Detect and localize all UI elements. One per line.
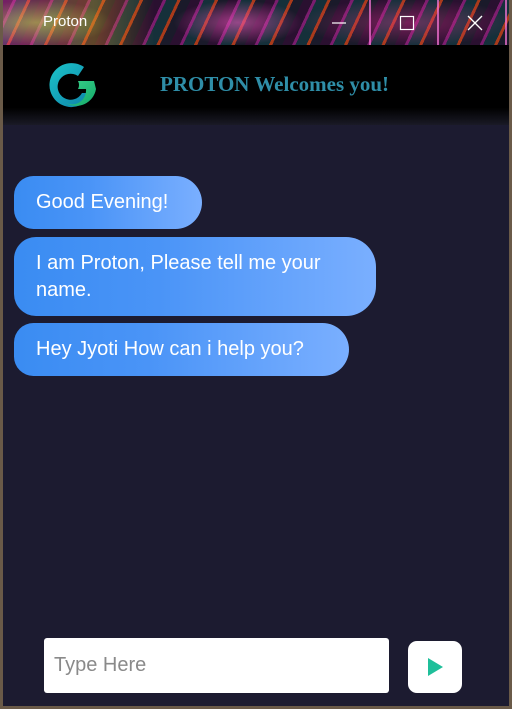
window-title: Proton [43,13,88,30]
close-button[interactable] [441,0,509,45]
chat-message: Hey Jyoti How can i help you? [14,323,349,376]
maximize-icon [399,15,415,30]
message-input[interactable] [44,638,389,693]
chat-message: I am Proton, Please tell me your name. [14,237,376,316]
window-titlebar[interactable]: Proton [3,0,509,45]
app-window: Proton PROTON Welcomes you! Good Evening… [0,0,512,709]
close-icon [467,15,483,30]
send-button[interactable] [408,641,462,693]
chat-message: Good Evening! [14,176,202,229]
minimize-icon [332,21,346,24]
send-play-icon [428,658,443,676]
app-header: PROTON Welcomes you! [3,45,509,125]
header-title: PROTON Welcomes you! [160,72,390,96]
maximize-button[interactable] [373,0,441,45]
minimize-button[interactable] [305,0,373,45]
chat-area: Good Evening! I am Proton, Please tell m… [3,125,509,625]
proton-g-logo-icon [49,63,96,108]
